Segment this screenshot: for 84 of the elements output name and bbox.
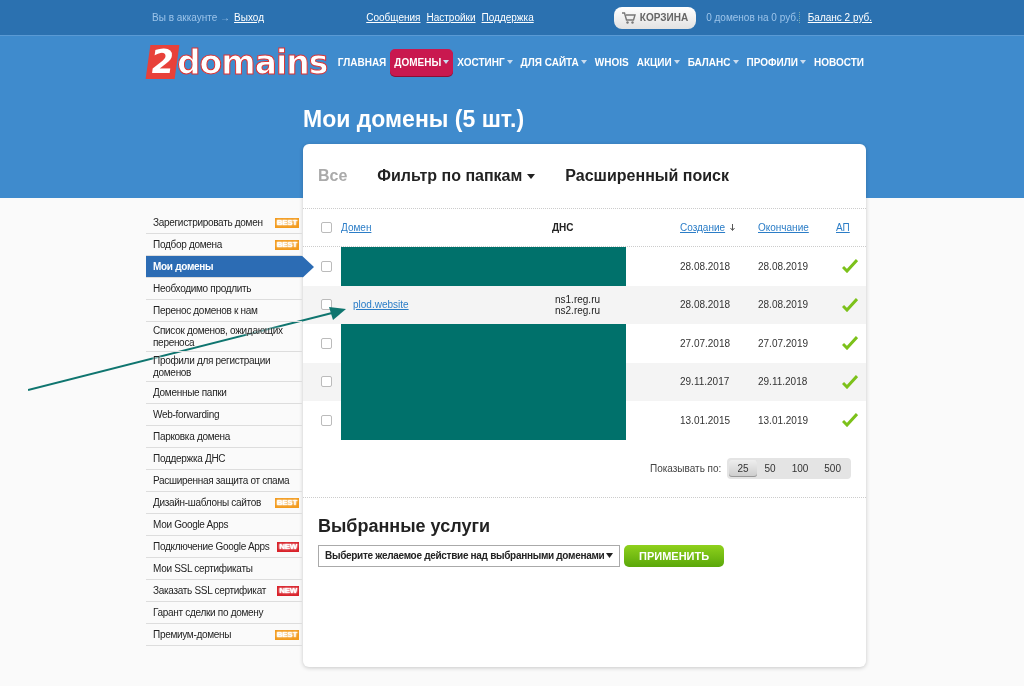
per-page-option[interactable]: 100	[783, 459, 817, 477]
sidebar-item[interactable]: Подключение Google Apps NEW	[146, 536, 302, 558]
dns-server: ns2.reg.ru	[555, 304, 602, 316]
sidebar-item[interactable]: Дизайн-шаблоны сайтов BEST	[146, 492, 302, 514]
nav-item[interactable]: АКЦИИ	[632, 48, 684, 76]
ribbon-badge: BEST	[274, 240, 299, 250]
logout-link[interactable]: Выход	[234, 12, 264, 23]
balance-link[interactable]: Баланс 2 руб.	[798, 12, 872, 23]
nav-item[interactable]: ДЛЯ САЙТА	[516, 48, 591, 76]
nav-item[interactable]: НОВОСТИ	[809, 48, 868, 76]
expiry-date: 28.08.2019	[758, 260, 810, 272]
sidebar-item[interactable]: Мои Google Apps	[146, 514, 302, 536]
nav-item[interactable]: WHOIS	[590, 48, 633, 76]
sidebar-item[interactable]: Профили для регистрации доменов	[146, 352, 302, 382]
created-date: 29.11.2017	[680, 376, 731, 388]
caret-icon	[799, 60, 806, 64]
page-title: Мои домены (5 шт.)	[303, 106, 526, 133]
top-link[interactable]: Поддержка	[481, 12, 534, 23]
sidebar-item[interactable]: Парковка домена	[146, 426, 302, 448]
column-header-link[interactable]: Домен	[341, 222, 552, 233]
sort-arrow-icon	[730, 224, 736, 231]
sidebar-item[interactable]: Зарегистрировать домен BEST	[146, 212, 302, 234]
row-checkbox[interactable]	[321, 337, 332, 349]
cart-summary: 0 доменов на 0 руб.	[706, 12, 799, 23]
expiry-date: 13.01.2019	[758, 414, 810, 426]
expiry-date: 27.07.2019	[758, 337, 810, 349]
site-logo[interactable]: 2domains	[148, 42, 328, 82]
domain-link[interactable]: plod.website	[353, 299, 552, 311]
caret-icon	[527, 173, 536, 179]
per-page-option[interactable]: 25	[729, 459, 757, 477]
sidebar-item[interactable]: Поддержка ДНС	[146, 448, 302, 470]
nav-item[interactable]: ГЛАВНАЯ	[333, 48, 391, 76]
row-checkbox[interactable]	[321, 414, 332, 426]
per-page-option[interactable]: 500	[816, 459, 849, 477]
ribbon-badge: BEST	[274, 630, 299, 640]
ribbon-badge: NEW	[277, 542, 299, 552]
sidebar-item[interactable]: Перенос доменов к нам	[146, 300, 302, 322]
sidebar-item[interactable]: Гарант сделки по домену	[146, 602, 302, 624]
cart-icon	[621, 11, 636, 24]
per-page-option[interactable]: 50	[756, 459, 784, 477]
sidebar-item[interactable]: Заказать SSL сертификат NEW	[146, 580, 302, 602]
cart-button[interactable]: КОРЗИНА	[613, 6, 697, 29]
ribbon-badge: BEST	[274, 498, 299, 508]
column-header-link[interactable]: АП	[836, 222, 866, 233]
row-checkbox[interactable]	[321, 376, 332, 388]
nav-item[interactable]: БАЛАНС	[683, 48, 743, 76]
select-all-checkbox[interactable]	[321, 222, 332, 233]
expiry-date: 29.11.2018	[758, 376, 809, 388]
top-link[interactable]: Сообщения	[366, 12, 421, 23]
sidebar-item[interactable]: Мои домены	[146, 256, 314, 278]
ribbon-badge: BEST	[274, 218, 299, 228]
created-date: 28.08.2018	[680, 260, 732, 272]
caret-icon	[580, 60, 587, 64]
nav-item[interactable]: ПРОФИЛИ	[742, 48, 810, 76]
top-link[interactable]: Настройки	[426, 12, 476, 23]
created-date: 13.01.2015	[680, 414, 732, 426]
filter-tab[interactable]: Фильтр по папкам	[377, 167, 536, 185]
action-dropdown[interactable]: Выберите желаемое действие над выбранными доменами	[318, 544, 620, 567]
sidebar-item[interactable]: Мои SSL сертификаты	[146, 558, 302, 580]
column-header-link[interactable]: Окончание	[758, 222, 836, 233]
dns-server: ns1.reg.ru	[555, 293, 602, 305]
caret-icon	[443, 60, 450, 64]
ribbon-badge: NEW	[277, 586, 299, 596]
created-date: 27.07.2018	[680, 337, 732, 349]
expiry-date: 28.08.2019	[758, 299, 810, 311]
sidebar-item[interactable]: Доменные папки	[146, 382, 302, 404]
caret-icon	[673, 60, 680, 64]
column-header-link[interactable]: Создание	[680, 222, 758, 233]
row-checkbox[interactable]	[321, 260, 332, 272]
sidebar-item[interactable]: Web-forwarding	[146, 404, 302, 426]
nav-item[interactable]: ХОСТИНГ	[453, 48, 517, 76]
sidebar-item[interactable]: Необходимо продлить	[146, 278, 302, 300]
caret-icon	[506, 60, 513, 64]
account-label: Вы в аккаунте →	[152, 12, 231, 23]
sidebar-item[interactable]: Премиум-домены BEST	[146, 624, 302, 646]
filter-tab[interactable]: Расширенный поиск	[565, 167, 729, 185]
nav-item[interactable]: ДОМЕНЫ	[390, 48, 454, 76]
per-page-label: Показывать по:	[649, 462, 722, 474]
column-header: ДНС	[552, 222, 575, 233]
created-date: 28.08.2018	[680, 299, 732, 311]
sidebar-item[interactable]: Расширенная защита от спама	[146, 470, 302, 492]
caret-icon	[732, 60, 739, 64]
dropdown-arrow-icon	[606, 553, 613, 558]
section-title: Выбранные услуги	[318, 515, 491, 537]
